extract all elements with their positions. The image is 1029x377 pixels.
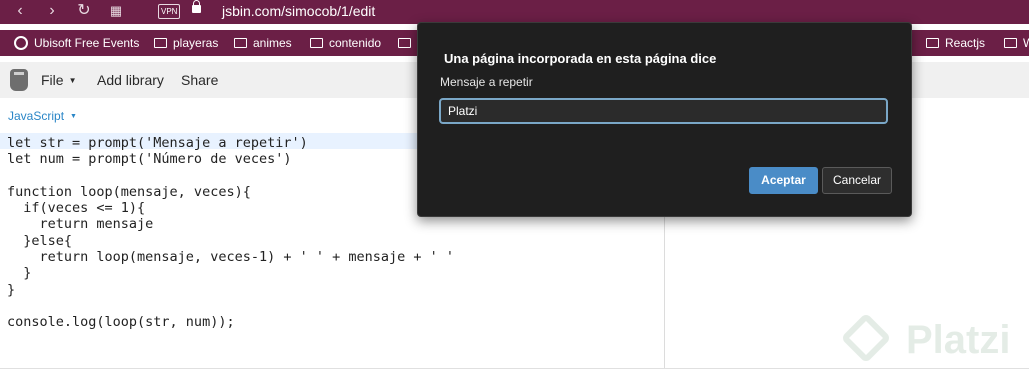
language-selector[interactable]: JavaScript ▼ xyxy=(8,109,77,123)
chevron-down-icon: ▼ xyxy=(68,76,77,85)
vpn-badge[interactable]: VPN xyxy=(158,4,181,19)
bookmark-reactjs[interactable]: Reactjs xyxy=(926,36,985,50)
prompt-dialog: Una página incorporada en esta página di… xyxy=(417,22,912,217)
bookmark-label: contenido xyxy=(329,36,382,50)
folder-icon xyxy=(1004,38,1017,48)
jsbin-logo-icon[interactable] xyxy=(10,69,28,91)
folder-icon xyxy=(926,38,939,48)
browser-topbar: ‹ › ↻ ▦ VPN jsbin.com/simocob/1/edit xyxy=(0,0,1029,24)
dialog-input[interactable] xyxy=(439,98,888,124)
accept-button[interactable]: Aceptar xyxy=(749,167,818,194)
platzi-logo-icon xyxy=(840,312,892,364)
code-line: let num = prompt('Número de veces') xyxy=(7,151,292,168)
add-library-button[interactable]: Add library xyxy=(97,72,164,88)
bookmark-label: playeras xyxy=(173,36,219,50)
back-icon[interactable]: ‹ xyxy=(10,0,30,24)
code-line: function loop(mensaje, veces){ xyxy=(7,183,251,200)
code-line: if(veces <= 1){ xyxy=(7,200,146,217)
code-line: return mensaje xyxy=(7,216,154,233)
reload-icon[interactable]: ↻ xyxy=(74,0,94,24)
code-line: return loop(mensaje, veces-1) + ' ' + me… xyxy=(7,249,455,266)
dialog-prompt-text: Mensaje a repetir xyxy=(440,75,533,89)
cancel-button[interactable]: Cancelar xyxy=(822,167,892,194)
code-area[interactable]: let str = prompt('Mensaje a repetir') le… xyxy=(7,135,454,331)
bookmark-playeras[interactable]: playeras xyxy=(154,36,218,50)
tabs-grid-icon[interactable]: ▦ xyxy=(106,0,126,24)
chevron-down-icon: ▼ xyxy=(70,113,77,120)
address-bar[interactable]: jsbin.com/simocob/1/edit xyxy=(222,3,375,19)
bookmark-folder-hidden[interactable] xyxy=(398,36,417,50)
lock-icon xyxy=(192,0,201,13)
bookmark-label: Ubisoft Free Events xyxy=(34,36,140,50)
ubisoft-icon xyxy=(14,36,28,50)
bookmark-ubisoft[interactable]: Ubisoft Free Events xyxy=(14,36,139,50)
bookmark-animes[interactable]: animes xyxy=(234,36,292,50)
folder-icon xyxy=(154,38,167,48)
file-menu[interactable]: File ▼ xyxy=(41,72,76,88)
folder-icon xyxy=(234,38,247,48)
watermark-text: Platzi xyxy=(906,318,1011,362)
code-line: console.log(loop(str, num)); xyxy=(7,314,235,331)
folder-icon xyxy=(398,38,411,48)
bookmark-contenido[interactable]: contenido xyxy=(310,36,381,50)
language-label: JavaScript xyxy=(8,109,65,123)
forward-icon[interactable]: › xyxy=(42,0,62,24)
platzi-watermark: Platzi xyxy=(840,312,1018,368)
code-line: }else{ xyxy=(7,232,73,249)
code-line: } xyxy=(7,265,32,282)
code-line: } xyxy=(7,281,16,298)
file-menu-label: File xyxy=(41,72,64,88)
dialog-title: Una página incorporada en esta página di… xyxy=(444,51,717,66)
bookmark-w[interactable]: W xyxy=(1004,36,1029,50)
folder-icon xyxy=(310,38,323,48)
share-button[interactable]: Share xyxy=(181,72,218,88)
bookmark-label: Reactjs xyxy=(945,36,986,50)
bookmark-label: W xyxy=(1023,36,1029,50)
code-line: let str = prompt('Mensaje a repetir') xyxy=(7,135,308,151)
bookmark-label: animes xyxy=(253,36,292,50)
